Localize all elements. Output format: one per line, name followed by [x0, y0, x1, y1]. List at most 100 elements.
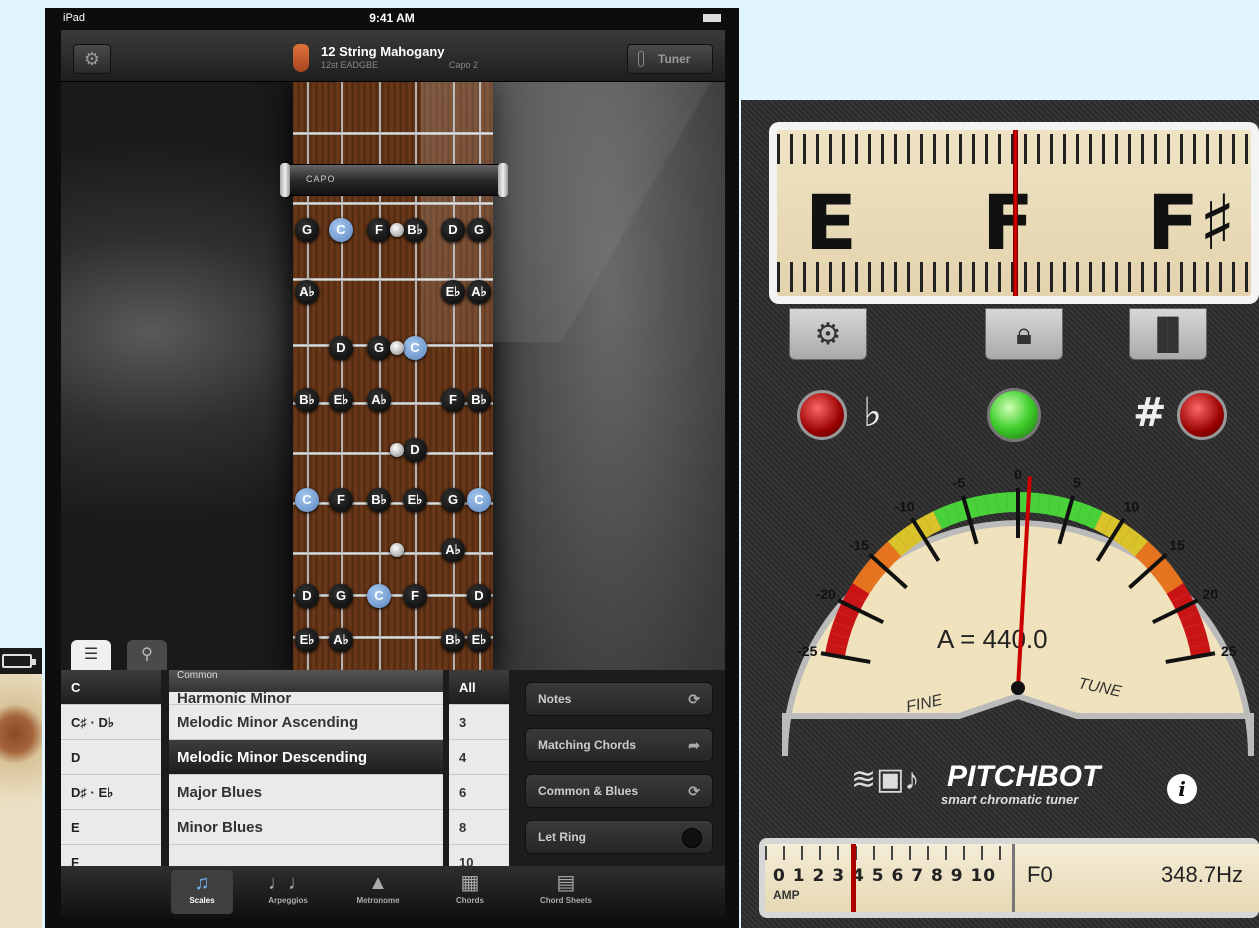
scale-note-marker[interactable]: A♭ [295, 280, 319, 304]
key-item[interactable]: D♯ · E♭ [61, 775, 161, 810]
list-view-tab[interactable]: ☰ [71, 640, 111, 670]
cycle-icon: ⟳ [688, 691, 700, 707]
count-item[interactable]: 10 [449, 845, 509, 866]
scale-note-marker[interactable]: A♭ [441, 538, 465, 562]
scale-list[interactable]: Common Harmonic Minor Melodic Minor Asce… [169, 670, 443, 866]
scale-note-marker[interactable]: B♭ [295, 388, 319, 412]
lock-button[interactable]: 🔒︎ [985, 308, 1063, 360]
scale-note-marker[interactable]: C [295, 488, 319, 512]
gear-icon: ⚙ [83, 49, 101, 69]
scale-note-marker[interactable]: E♭ [441, 280, 465, 304]
arrow-icon: ➦ [688, 737, 700, 753]
key-item[interactable]: E [61, 810, 161, 845]
tab-chord-sheets[interactable]: ▤ Chord Sheets [535, 870, 597, 914]
capo-label: CAPO [306, 174, 336, 184]
note-left: E [805, 178, 857, 267]
instrument-name[interactable]: 12 String Mahogany [321, 44, 445, 59]
scale-note-marker[interactable]: G [295, 218, 319, 242]
meter-tick-label: 15 [1169, 537, 1185, 553]
scale-note-marker[interactable]: A♭ [367, 388, 391, 412]
key-item[interactable]: D [61, 740, 161, 775]
amp-ticks [765, 846, 1015, 860]
detected-note: F0 [1027, 862, 1053, 887]
count-item[interactable]: 8 [449, 810, 509, 845]
scale-note-marker[interactable]: E♭ [467, 628, 491, 652]
scale-note-marker[interactable]: A♭ [467, 280, 491, 304]
scale-item-selected[interactable]: Melodic Minor Descending [169, 740, 443, 775]
scale-item[interactable]: Minor Blues [169, 810, 443, 845]
arpeggio-icon: ♩♩ [268, 872, 308, 894]
option-label: Common & Blues [538, 784, 639, 798]
meter-tick-label: -20 [816, 586, 836, 602]
key-list[interactable]: C C♯ · D♭ D D♯ · E♭ E F [61, 670, 161, 866]
scale-note-marker[interactable]: D [441, 218, 465, 242]
notes-option-button[interactable]: Notes ⟳ [525, 682, 713, 716]
key-item[interactable]: C [61, 670, 161, 705]
frequency-readout: 0 1 2 3 4 5 6 7 8 9 10 AMP F0 348.7Hz [759, 838, 1259, 918]
note-needle [1013, 130, 1018, 296]
display-mode-button[interactable]: ▐▌ [1129, 308, 1207, 360]
toggle-switch[interactable] [682, 828, 702, 848]
guitar-icon[interactable] [293, 44, 309, 72]
tuner-settings-button[interactable]: ⚙ [789, 308, 867, 360]
scale-note-marker[interactable]: F [403, 584, 427, 608]
info-button[interactable]: i [1167, 774, 1197, 804]
detected-frequency: 348.7Hz [1161, 862, 1243, 887]
scale-note-marker[interactable]: D [403, 438, 427, 462]
scale-item[interactable]: Melodic Minor Ascending [169, 705, 443, 740]
scale-item[interactable]: Harmonic Minor [169, 692, 443, 705]
amp-scale-numbers: 0 1 2 3 4 5 6 7 8 9 10 [773, 866, 997, 886]
matching-chords-button[interactable]: Matching Chords ➦ [525, 728, 713, 762]
common-blues-button[interactable]: Common & Blues ⟳ [525, 774, 713, 808]
scale-note-marker[interactable]: B♭ [441, 628, 465, 652]
tab-bar: ♫ Scales ♩♩ Arpeggios ▲ Metronome ▦ Chor… [61, 866, 725, 918]
readout-panel: 0 1 2 3 4 5 6 7 8 9 10 AMP F0 348.7Hz [765, 844, 1259, 912]
tab-metronome[interactable]: ▲ Metronome [347, 870, 409, 914]
scale-note-marker[interactable]: G [329, 584, 353, 608]
key-item[interactable]: F [61, 845, 161, 866]
meter-tick-label: -15 [849, 537, 869, 553]
scale-note-marker[interactable]: D [295, 584, 319, 608]
scale-note-marker[interactable]: C [329, 218, 353, 242]
scale-note-marker[interactable]: F [441, 388, 465, 412]
search-view-tab[interactable]: ⚲ [127, 640, 167, 670]
scale-note-marker[interactable]: G [367, 336, 391, 360]
scale-note-marker[interactable]: C [467, 488, 491, 512]
meter-tick-label: -5 [953, 474, 966, 490]
scale-item[interactable]: Major Blues [169, 775, 443, 810]
passing-note-marker [390, 543, 404, 557]
passing-note-marker [390, 223, 404, 237]
scale-note-marker[interactable]: F [329, 488, 353, 512]
scale-note-marker[interactable]: C [367, 584, 391, 608]
status-time: 9:41 AM [369, 11, 415, 25]
tuner-button[interactable]: Tuner [627, 44, 713, 74]
scale-note-marker[interactable]: G [467, 218, 491, 242]
key-item[interactable]: C♯ · D♭ [61, 705, 161, 740]
scale-note-marker[interactable]: F [367, 218, 391, 242]
scale-note-marker[interactable]: G [441, 488, 465, 512]
settings-button[interactable]: ⚙ [73, 44, 111, 74]
scale-note-marker[interactable]: E♭ [329, 388, 353, 412]
tab-arpeggios[interactable]: ♩♩ Arpeggios [257, 870, 319, 914]
scale-note-marker[interactable]: A♭ [329, 628, 353, 652]
count-item[interactable]: 4 [449, 740, 509, 775]
capo-bar[interactable]: CAPO [280, 163, 508, 197]
music-note-icon: ♫ [194, 872, 210, 894]
scale-note-marker[interactable]: D [467, 584, 491, 608]
scale-note-marker[interactable]: E♭ [295, 628, 319, 652]
scale-note-marker[interactable]: B♭ [403, 218, 427, 242]
let-ring-toggle[interactable]: Let Ring [525, 820, 713, 854]
tab-scales[interactable]: ♫ Scales [171, 870, 233, 914]
count-item[interactable]: 3 [449, 705, 509, 740]
flat-symbol: ♭ [863, 390, 882, 436]
meter-tick-label: 10 [1124, 499, 1140, 515]
scale-note-marker[interactable]: C [403, 336, 427, 360]
scale-note-marker[interactable]: E♭ [403, 488, 427, 512]
count-item[interactable]: All [449, 670, 509, 705]
scale-note-marker[interactable]: B♭ [467, 388, 491, 412]
scale-note-marker[interactable]: B♭ [367, 488, 391, 512]
scale-note-marker[interactable]: D [329, 336, 353, 360]
tab-chords[interactable]: ▦ Chords [439, 870, 501, 914]
note-count-list[interactable]: All 3 4 6 8 10 [449, 670, 509, 866]
count-item[interactable]: 6 [449, 775, 509, 810]
